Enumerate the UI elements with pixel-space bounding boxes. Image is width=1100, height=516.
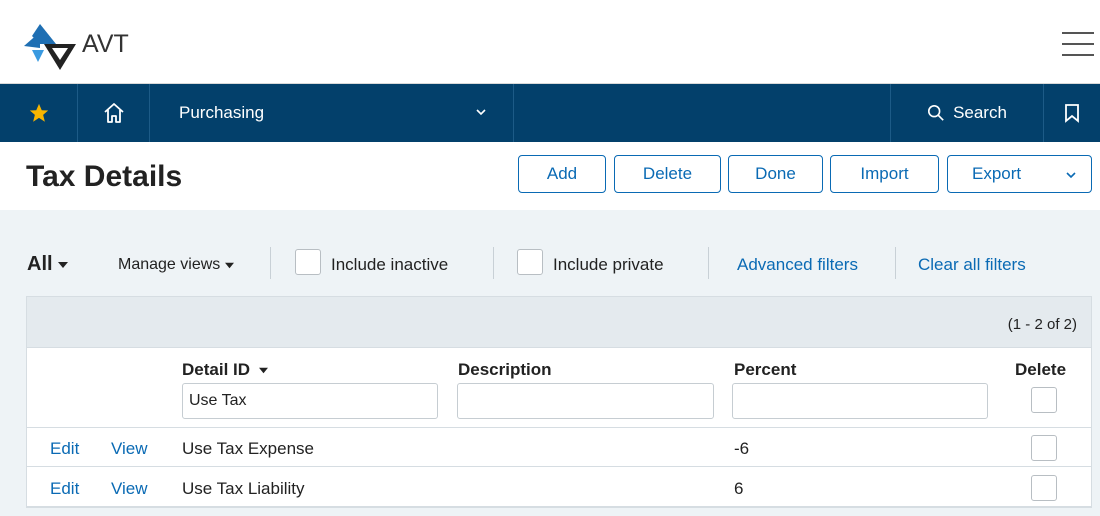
module-label: Purchasing — [179, 103, 265, 122]
percent-cell: -6 — [734, 439, 750, 458]
export-button[interactable]: Export — [947, 155, 1092, 193]
percent-filter-input[interactable] — [732, 383, 988, 419]
manage-views-dropdown[interactable]: Manage views — [118, 256, 235, 274]
delete-checkbox[interactable] — [1031, 435, 1057, 461]
add-button[interactable]: Add — [518, 155, 606, 193]
include-private-label: Include private — [553, 255, 664, 274]
app-name: AVT — [82, 30, 129, 58]
done-button[interactable]: Done — [728, 155, 823, 193]
detail-id-header-label: Detail ID — [182, 360, 251, 379]
page-header: Tax Details Add Delete Done Import Expor… — [0, 142, 1100, 210]
sort-caret-icon — [259, 367, 269, 373]
view-selector[interactable]: All — [27, 253, 69, 276]
bookmark-icon — [1065, 104, 1079, 123]
favorites-button[interactable] — [0, 84, 78, 142]
caret-down-icon — [225, 262, 235, 268]
view-link[interactable]: View — [111, 439, 148, 459]
search-label: Search — [953, 103, 1007, 122]
divider — [493, 247, 494, 279]
chevron-down-icon — [476, 109, 486, 116]
module-dropdown[interactable]: Purchasing — [150, 84, 514, 142]
nav-bar: Purchasing Search — [0, 84, 1100, 142]
column-header-percent[interactable]: Percent — [734, 360, 796, 380]
table-row: Edit View Use Tax Expense -6 — [27, 428, 1091, 467]
delete-button[interactable]: Delete — [614, 155, 721, 193]
tax-details-grid: (1 - 2 of 2) Detail ID Description Perce… — [26, 296, 1092, 508]
grid-header: Detail ID Description Percent Delete Use… — [27, 348, 1091, 428]
chevron-down-icon — [1066, 172, 1076, 179]
hamburger-menu-icon[interactable] — [1062, 32, 1094, 58]
column-header-description[interactable]: Description — [458, 360, 552, 380]
view-link[interactable]: View — [111, 479, 148, 499]
search-button[interactable]: Search — [890, 84, 1044, 142]
divider — [708, 247, 709, 279]
column-header-detail-id[interactable]: Detail ID — [182, 360, 269, 380]
page-title: Tax Details — [26, 160, 183, 193]
home-icon — [103, 103, 124, 123]
description-filter-input[interactable] — [457, 383, 714, 419]
view-label: All — [27, 253, 53, 275]
bookmark-button[interactable] — [1044, 84, 1100, 142]
app-header: AVT — [0, 0, 1100, 84]
search-icon — [928, 104, 944, 121]
advanced-filters-link[interactable]: Advanced filters — [737, 255, 858, 275]
include-inactive-label: Include inactive — [331, 255, 449, 274]
clear-all-filters-link[interactable]: Clear all filters — [918, 255, 1026, 275]
manage-views-label: Manage views — [118, 256, 221, 273]
detail-id-cell: Use Tax Expense — [182, 439, 314, 458]
export-label: Export — [972, 164, 1022, 183]
detail-id-cell: Use Tax Liability — [182, 479, 305, 498]
avt-logo-icon[interactable] — [22, 22, 78, 74]
divider — [270, 247, 271, 279]
select-all-delete-checkbox[interactable] — [1031, 387, 1057, 413]
delete-checkbox[interactable] — [1031, 475, 1057, 501]
edit-link[interactable]: Edit — [50, 439, 79, 459]
include-inactive-checkbox[interactable] — [295, 249, 321, 275]
include-private-checkbox[interactable] — [517, 249, 543, 275]
home-button[interactable] — [78, 84, 150, 142]
divider — [895, 247, 896, 279]
percent-cell: 6 — [734, 479, 744, 498]
detail-id-filter-input[interactable]: Use Tax — [182, 383, 438, 419]
edit-link[interactable]: Edit — [50, 479, 79, 499]
table-row: Edit View Use Tax Liability 6 — [27, 468, 1091, 507]
record-count: (1 - 2 of 2) — [1007, 316, 1077, 333]
import-button[interactable]: Import — [830, 155, 939, 193]
star-icon — [29, 103, 48, 122]
grid-toolbar: (1 - 2 of 2) — [27, 297, 1091, 348]
caret-down-icon — [57, 261, 68, 268]
column-header-delete: Delete — [1015, 360, 1067, 379]
